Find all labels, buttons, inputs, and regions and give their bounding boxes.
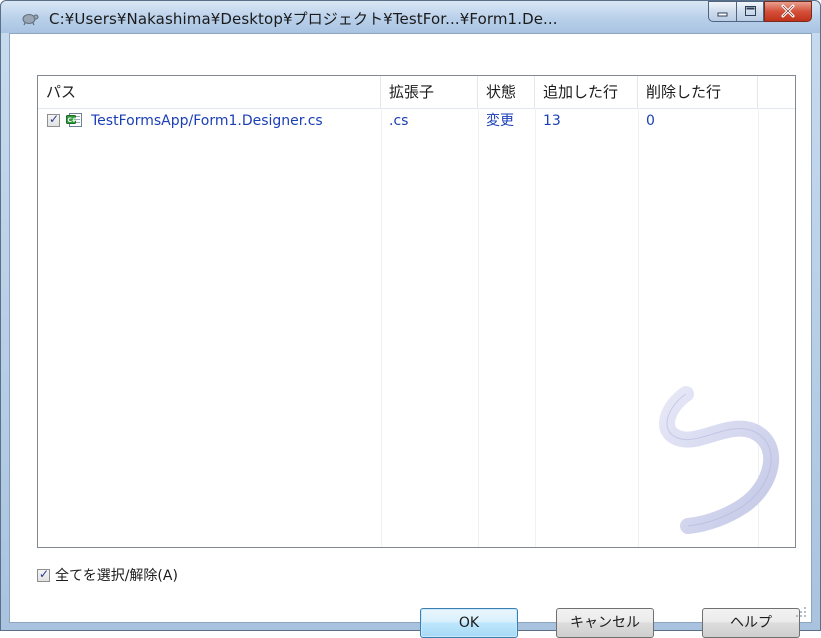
select-all-control[interactable]: ✓ 全てを選択/解除(A) xyxy=(37,566,178,584)
window-title: C:¥Users¥Nakashima¥Desktop¥プロジェクト¥TestFo… xyxy=(49,10,558,28)
cancel-button[interactable]: キャンセル xyxy=(556,608,654,638)
minimize-icon xyxy=(717,12,728,17)
maximize-icon xyxy=(745,6,756,16)
title-bar[interactable]: C:¥Users¥Nakashima¥Desktop¥プロジェクト¥TestFo… xyxy=(1,1,820,33)
svg-text:C#: C# xyxy=(68,117,77,124)
minimize-button[interactable] xyxy=(708,1,736,22)
dialog-window: C:¥Users¥Nakashima¥Desktop¥プロジェクト¥TestFo… xyxy=(0,0,821,638)
maximize-button[interactable] xyxy=(736,1,764,22)
table-row[interactable]: ✓ C# TestFormsApp/Form1.Designer.cs .cs … xyxy=(38,110,795,132)
column-divider xyxy=(535,108,536,547)
list-header: パス 拡張子 状態 追加した行 削除した行 xyxy=(38,76,795,109)
close-button[interactable] xyxy=(764,1,812,22)
row-added-lines: 13 xyxy=(543,113,561,129)
row-removed-lines: 0 xyxy=(646,113,655,129)
column-header-status[interactable]: 状態 xyxy=(478,76,535,108)
dialog-client-area: パス 拡張子 状態 追加した行 削除した行 ✓ C# TestFormsApp/… xyxy=(9,33,812,638)
tortoise-app-icon xyxy=(22,14,39,26)
column-divider xyxy=(381,108,382,547)
file-list[interactable]: パス 拡張子 状態 追加した行 削除した行 ✓ C# TestFormsApp/… xyxy=(37,75,796,548)
check-mark-icon: ✓ xyxy=(49,112,60,126)
resize-grip-icon[interactable] xyxy=(795,606,807,618)
row-path: TestFormsApp/Form1.Designer.cs xyxy=(91,113,323,129)
column-header-added[interactable]: 追加した行 xyxy=(535,76,638,108)
row-checkbox[interactable]: ✓ xyxy=(47,112,60,127)
help-button[interactable]: ヘルプ xyxy=(702,608,800,638)
row-extension: .cs xyxy=(389,113,409,129)
select-all-checkbox[interactable]: ✓ xyxy=(37,566,50,582)
column-header-path[interactable]: パス xyxy=(38,76,381,108)
row-status: 変更 xyxy=(486,113,514,129)
column-header-removed[interactable]: 削除した行 xyxy=(638,76,758,108)
close-icon xyxy=(781,4,795,18)
check-mark-icon: ✓ xyxy=(39,566,50,581)
caption-buttons xyxy=(708,1,812,23)
column-header-extension[interactable]: 拡張子 xyxy=(381,76,478,108)
ok-button[interactable]: OK xyxy=(420,608,518,638)
select-all-label: 全てを選択/解除(A) xyxy=(55,568,178,584)
csharp-file-icon: C# xyxy=(66,113,82,127)
column-divider xyxy=(638,108,639,547)
column-divider xyxy=(478,108,479,547)
tortoise-watermark-icon xyxy=(659,386,779,534)
